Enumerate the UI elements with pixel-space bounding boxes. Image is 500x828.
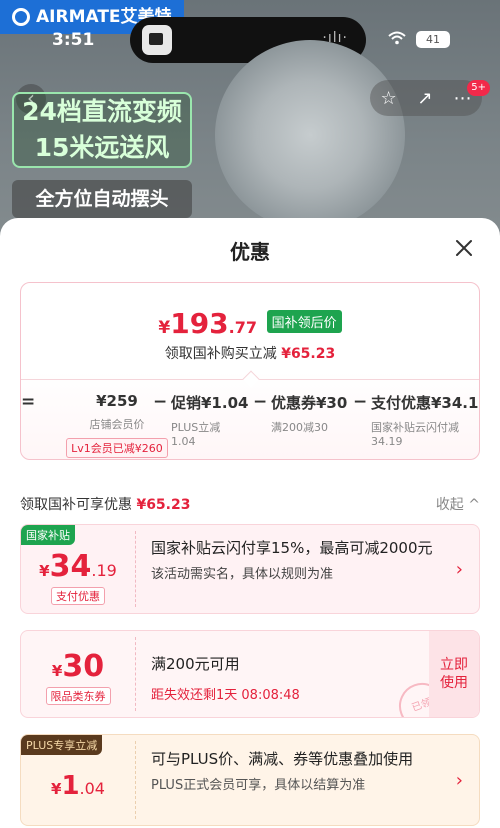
summary-amount: ¥65.23: [136, 497, 191, 513]
coupon-body: 国家补贴云闪付享15%，最高可减2000元 该活动需实名，具体以规则为准: [151, 525, 439, 582]
coupon-type-chip: 限品类东券: [45, 687, 111, 705]
breakdown-coupon: 优惠券¥30 满200减30: [271, 392, 347, 435]
use-now-button[interactable]: 立即使用: [429, 631, 479, 717]
equals-sign: =: [21, 392, 36, 412]
subsidy-line: 领取国补购买立减 ¥65.23: [21, 343, 479, 363]
minus-sign: −: [153, 392, 168, 412]
sheet-title: 优惠: [230, 240, 270, 264]
breakdown-desc: 1.04: [171, 435, 196, 448]
subsidy-text: 领取国补购买立减: [164, 346, 277, 362]
discount-summary: 领取国补可享优惠 ¥65.23: [20, 494, 480, 514]
favorite-star-icon[interactable]: ☆: [380, 88, 396, 109]
chevron-right-icon[interactable]: ›: [456, 559, 463, 580]
coupon-amount: ¥30: [21, 649, 135, 684]
coupon-divider: [135, 637, 136, 711]
top-actions: ☆ ↗ ⋯: [370, 80, 482, 116]
currency-symbol: ¥: [51, 662, 63, 680]
coupon-title: 国家补贴云闪付享15%，最高可减2000元: [151, 539, 433, 557]
app-icon: [142, 25, 172, 55]
amount-integer: 34: [49, 549, 92, 584]
currency-symbol: ¥: [39, 562, 50, 580]
message-badge: 5+: [467, 80, 490, 96]
coupon-note: 该活动需实名，具体以规则为准: [151, 567, 334, 582]
coupon-jd-category: ¥30 限品类东券 满200元可用 距失效还剩1天 08:08:48 已领 立即…: [20, 630, 480, 718]
amount-decimal: .19: [91, 561, 117, 580]
final-price: ¥193.77 国补领后价: [21, 307, 479, 340]
coupon-title: 可与PLUS价、满减、券等优惠叠加使用: [151, 750, 414, 768]
coupon-expiry-countdown: 距失效还剩1天 08:08:48: [151, 688, 300, 703]
coupon-divider: [135, 741, 136, 819]
coupon-amount-area: ¥1.04: [21, 735, 135, 825]
coupon-amount-area: ¥34.19 支付优惠: [21, 525, 135, 613]
breakdown-desc: PLUS立减: [171, 421, 221, 434]
coupon-note: PLUS正式会员可享，具体以结算为准: [151, 778, 366, 793]
coupon-amount: ¥1.04: [21, 771, 135, 801]
product-page-background: AIRMATE艾美特 3:51 ·ılı· 41 ‹ ☆ ↗ ⋯ 5+ 24档直…: [0, 0, 500, 240]
price-summary-card: ¥193.77 国补领后价 领取国补购买立减 ¥65.23 = ¥259 店铺会…: [20, 282, 480, 460]
close-icon: [456, 240, 472, 256]
subsidy-price-tag: 国补领后价: [266, 310, 342, 333]
coupon-divider: [135, 531, 136, 607]
amount-integer: 30: [62, 649, 105, 684]
summary-text: 领取国补可享优惠: [20, 497, 132, 513]
price-integer: 193: [170, 307, 229, 340]
price-decimal: .77: [228, 318, 258, 337]
collapse-button[interactable]: 收起 ^: [436, 494, 480, 514]
coupon-amount: ¥34.19: [21, 549, 135, 584]
coupon-body: 可与PLUS价、满减、券等优惠叠加使用 PLUS正式会员可享，具体以结算为准: [151, 735, 439, 793]
breakdown-desc: 国家补贴云闪付减: [371, 421, 459, 434]
amount-integer: 1: [61, 771, 80, 801]
close-button[interactable]: [452, 236, 476, 260]
share-icon[interactable]: ↗: [418, 88, 433, 109]
breakdown-payment: 支付优惠¥34.19 国家补贴云闪付减 34.19: [371, 392, 480, 448]
use-now-label: 立即使用: [440, 657, 468, 691]
discount-sheet: 优惠 ¥193.77 国补领后价 领取国补购买立减 ¥65.23 = ¥259 …: [0, 218, 500, 828]
coupon-national-subsidy[interactable]: 国家补贴 ¥34.19 支付优惠 国家补贴云闪付享15%，最高可减2000元 该…: [20, 524, 480, 614]
subsidy-amount: ¥65.23: [281, 346, 336, 362]
status-indicators: 41: [388, 30, 450, 49]
breakdown-value: 优惠券¥30: [271, 394, 348, 412]
minus-sign: −: [353, 392, 368, 412]
breakdown-value: 促销¥1.04: [171, 394, 249, 412]
coupon-type-chip: 支付优惠: [51, 587, 105, 605]
minus-sign: −: [253, 392, 268, 412]
currency-symbol: ¥: [51, 780, 62, 798]
coupon-title: 满200元可用: [151, 655, 240, 673]
brand-mark-icon: [12, 8, 30, 26]
coupon-plus-discount[interactable]: PLUS专享立减 ¥1.04 可与PLUS价、满减、券等优惠叠加使用 PLUS正…: [20, 734, 480, 826]
amount-decimal: .04: [79, 779, 105, 798]
breakdown-desc: 34.19: [371, 435, 403, 448]
currency-symbol: ¥: [158, 318, 171, 338]
status-time: 3:51: [52, 30, 95, 50]
promo-banner-2: 全方位自动摆头: [12, 180, 192, 218]
breakdown-promotion: 促销¥1.04 PLUS立减 1.04: [171, 392, 248, 448]
promo-banner: 24档直流变频 15米远送风: [12, 92, 192, 168]
promo-line: 24档直流变频: [22, 97, 182, 126]
battery-icon: 41: [416, 31, 450, 48]
breakdown-desc: 店铺会员价: [89, 418, 145, 431]
price-breakdown: = ¥259 店铺会员价 Lv1会员已减¥260 − 促销¥1.04 PLUS立…: [21, 370, 480, 459]
coupon-amount-area: ¥30 限品类东券: [21, 631, 135, 717]
breakdown-notch: [242, 370, 260, 388]
breakdown-value: 支付优惠¥34.19: [371, 394, 480, 412]
product-image: [215, 40, 405, 230]
breakdown-desc: 满200减30: [271, 421, 328, 434]
promo-line: 15米远送风: [34, 133, 170, 162]
wifi-icon: [388, 30, 406, 49]
member-discount-tag: Lv1会员已减¥260: [66, 438, 168, 458]
chevron-right-icon[interactable]: ›: [456, 770, 463, 791]
coupon-body: 满200元可用 距失效还剩1天 08:08:48: [151, 631, 439, 703]
